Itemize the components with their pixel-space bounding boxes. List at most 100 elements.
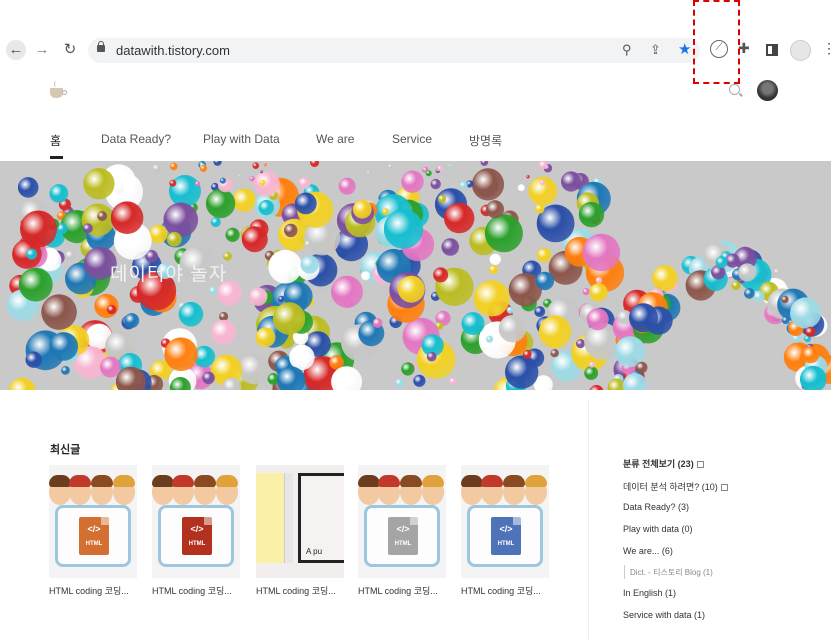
post-thumbnail[interactable]: </> HTML bbox=[49, 465, 137, 578]
post-title[interactable]: HTML coding 코딩... bbox=[49, 584, 137, 597]
recent-posts-heading: 최신글 bbox=[50, 444, 81, 456]
blog-logo[interactable] bbox=[48, 80, 68, 100]
bubble bbox=[352, 199, 372, 219]
bubble bbox=[473, 280, 510, 317]
nav-data-ready[interactable]: Data Ready? bbox=[101, 132, 171, 146]
post-title[interactable]: HTML coding 코딩... bbox=[152, 584, 240, 597]
bubble bbox=[169, 179, 177, 187]
post-card[interactable]: </> HTML HTML coding 코딩... bbox=[358, 465, 446, 597]
bubble bbox=[437, 165, 443, 172]
zoom-icon[interactable]: ⚲ bbox=[622, 42, 632, 58]
bubble bbox=[152, 163, 162, 173]
thumbnail-text: A pu bbox=[306, 547, 323, 556]
compass-extension-icon[interactable]: ⟋ bbox=[710, 40, 728, 58]
bubble bbox=[401, 362, 415, 376]
reload-icon[interactable]: ↻ bbox=[60, 40, 80, 60]
bubble bbox=[753, 290, 765, 303]
address-bar[interactable]: datawith.tistory.com ⚲ ⇪ ★ bbox=[88, 38, 700, 63]
bubble bbox=[149, 224, 168, 244]
post-card[interactable]: A pu HTML coding 코딩... bbox=[256, 465, 344, 597]
post-thumbnail[interactable]: A pu bbox=[256, 465, 344, 578]
category-item[interactable]: In English (1) bbox=[623, 588, 676, 598]
bubble bbox=[106, 304, 117, 315]
bubble bbox=[397, 275, 425, 303]
bubble bbox=[538, 315, 572, 349]
bubble bbox=[448, 164, 452, 168]
bubble bbox=[225, 227, 240, 242]
bubble bbox=[781, 295, 789, 304]
nav-service[interactable]: Service bbox=[392, 132, 432, 146]
nav-we-are[interactable]: We are bbox=[316, 132, 354, 146]
bubble bbox=[635, 361, 648, 374]
html-file-icon: </> HTML bbox=[491, 517, 521, 555]
bubble bbox=[20, 210, 57, 248]
post-thumbnail[interactable]: </> HTML bbox=[358, 465, 446, 578]
bubble bbox=[298, 177, 311, 189]
bubble bbox=[83, 168, 115, 200]
bubble bbox=[49, 184, 69, 203]
bubble bbox=[366, 170, 371, 175]
nav-home[interactable]: 홈 bbox=[50, 132, 61, 149]
bubble bbox=[209, 286, 218, 295]
post-card[interactable]: </> HTML HTML coding 코딩... bbox=[152, 465, 240, 597]
lock-icon[interactable] bbox=[97, 41, 105, 52]
nav-play-with-data[interactable]: Play with Data bbox=[203, 132, 280, 146]
html-file-icon: </> HTML bbox=[79, 517, 109, 555]
bubble bbox=[249, 175, 255, 182]
bubble bbox=[506, 306, 514, 314]
bubble bbox=[589, 361, 595, 368]
bubble bbox=[413, 374, 426, 387]
expand-box-icon[interactable] bbox=[720, 484, 728, 492]
category-item[interactable]: Service with data (1) bbox=[623, 610, 705, 620]
bubble bbox=[781, 316, 790, 325]
url-text[interactable]: datawith.tistory.com bbox=[116, 43, 230, 58]
search-icon[interactable] bbox=[729, 84, 740, 95]
category-label[interactable]: 데이터 분석 하려면? (10) bbox=[623, 482, 718, 492]
post-card[interactable]: </> HTML HTML coding 코딩... bbox=[461, 465, 549, 597]
bubble bbox=[202, 371, 215, 385]
subcategory-item[interactable]: Dict. - 티스토리 Blog (1) bbox=[630, 567, 713, 578]
category-item[interactable]: We are... (6) bbox=[623, 546, 673, 556]
bubble bbox=[461, 312, 485, 336]
category-item[interactable]: Play with data (0) bbox=[623, 524, 693, 534]
bubble bbox=[268, 249, 303, 284]
bubble bbox=[498, 315, 527, 343]
post-title[interactable]: HTML coding 코딩... bbox=[256, 584, 344, 597]
forward-arrow-icon[interactable]: → bbox=[32, 40, 52, 60]
post-title[interactable]: HTML coding 코딩... bbox=[358, 584, 446, 597]
bubble bbox=[578, 201, 605, 228]
bookmark-star-icon[interactable]: ★ bbox=[678, 40, 691, 58]
bubble bbox=[304, 240, 313, 249]
bubble bbox=[338, 177, 356, 195]
back-arrow-icon[interactable]: ← bbox=[6, 40, 26, 60]
active-tab-indicator bbox=[50, 156, 63, 159]
category-item[interactable]: 데이터 분석 하려면? (10) bbox=[623, 480, 728, 493]
category-all-label[interactable]: 분류 전체보기 (23) bbox=[623, 459, 694, 469]
post-title[interactable]: HTML coding 코딩... bbox=[461, 584, 549, 597]
puzzle-icon[interactable]: ✚ bbox=[738, 40, 750, 57]
side-panel-icon[interactable] bbox=[766, 44, 778, 56]
post-thumbnail[interactable]: </> HTML bbox=[152, 465, 240, 578]
share-icon[interactable]: ⇪ bbox=[650, 42, 661, 58]
bubble bbox=[576, 339, 586, 349]
kebab-menu-icon[interactable]: ⋮ bbox=[822, 40, 831, 57]
profile-icon[interactable] bbox=[790, 40, 811, 61]
bubble bbox=[536, 247, 552, 263]
bubble bbox=[232, 188, 257, 213]
bubble bbox=[426, 351, 437, 362]
bubble bbox=[272, 302, 306, 335]
bubble bbox=[194, 181, 201, 187]
expand-box-icon[interactable] bbox=[696, 461, 704, 469]
bubble bbox=[300, 255, 319, 274]
post-card[interactable]: </> HTML HTML coding 코딩... bbox=[49, 465, 137, 597]
avatar[interactable] bbox=[757, 80, 778, 101]
bubble bbox=[586, 308, 609, 331]
bubble bbox=[802, 346, 820, 364]
bubble bbox=[433, 267, 449, 283]
bubble bbox=[26, 248, 38, 260]
nav-guestbook[interactable]: 방명록 bbox=[469, 132, 502, 149]
post-thumbnail[interactable]: </> HTML bbox=[461, 465, 549, 578]
bubble bbox=[486, 200, 505, 219]
category-item[interactable]: Data Ready? (3) bbox=[623, 502, 689, 512]
category-all[interactable]: 분류 전체보기 (23) bbox=[623, 457, 704, 470]
